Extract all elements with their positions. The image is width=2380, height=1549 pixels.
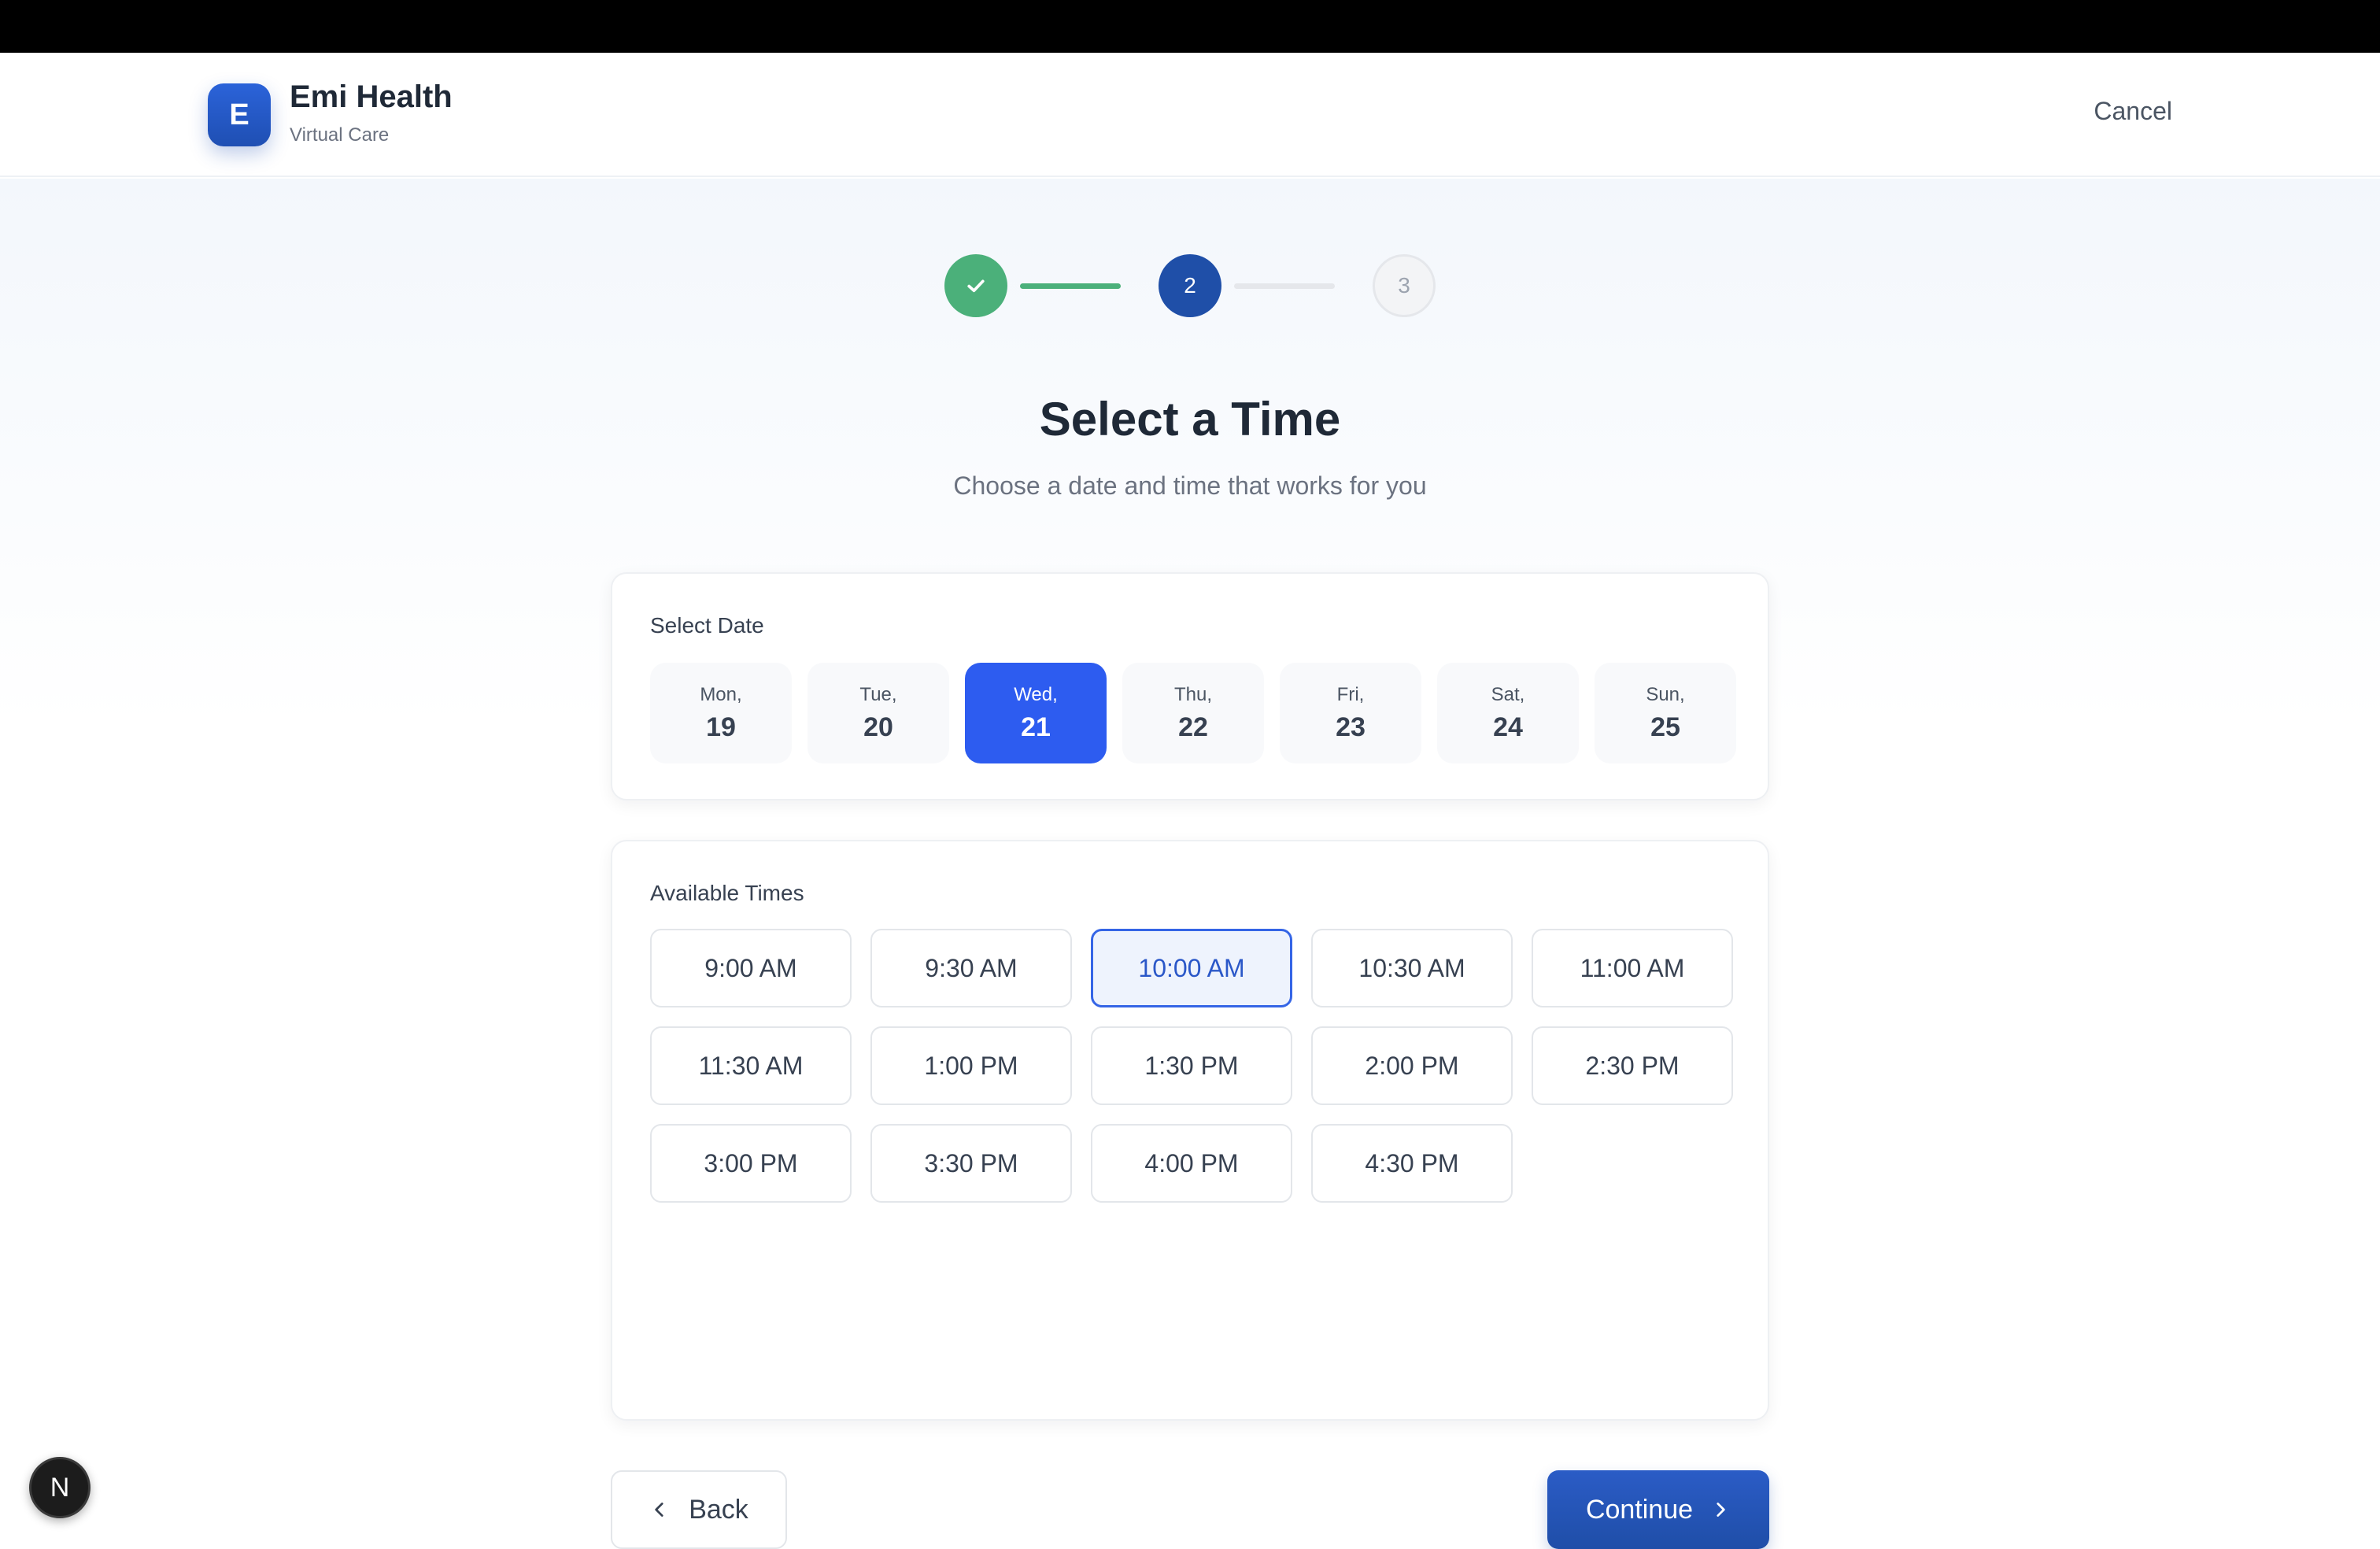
- date-day: 21: [1021, 712, 1051, 742]
- date-option[interactable]: Sun, 25: [1595, 663, 1736, 763]
- date-option[interactable]: Sat, 24: [1437, 663, 1579, 763]
- page-title: Select a Time: [1039, 393, 1341, 445]
- dev-tools-badge[interactable]: N: [29, 1457, 91, 1518]
- time-slot[interactable]: 3:30 PM: [870, 1124, 1072, 1203]
- date-weekday: Mon,: [700, 683, 742, 705]
- date-day: 22: [1178, 712, 1208, 742]
- date-day: 23: [1336, 712, 1366, 742]
- time-slot[interactable]: 9:00 AM: [650, 929, 852, 1007]
- date-day: 19: [706, 712, 736, 742]
- select-date-label: Select Date: [650, 613, 764, 638]
- app-header: E Emi Health Virtual Care Cancel: [0, 53, 2380, 177]
- back-button-label: Back: [689, 1494, 748, 1525]
- time-slot[interactable]: 9:30 AM: [870, 929, 1072, 1007]
- date-weekday: Tue,: [859, 683, 897, 705]
- brand-subtitle: Virtual Care: [290, 124, 390, 146]
- step-connector-pending: [1234, 283, 1335, 289]
- time-selection-card: Available Times 9:00 AM 9:30 AM 10:00 AM…: [611, 840, 1769, 1421]
- time-slot[interactable]: 3:00 PM: [650, 1124, 852, 1203]
- time-slot[interactable]: 1:00 PM: [870, 1026, 1072, 1105]
- continue-button-label: Continue: [1585, 1494, 1694, 1525]
- date-option[interactable]: Thu, 22: [1122, 663, 1264, 763]
- continue-button[interactable]: Continue: [1547, 1470, 1769, 1549]
- date-weekday: Wed,: [1014, 683, 1058, 705]
- date-selection-card: Select Date Mon, 19 Tue, 20 Wed, 21 Thu, 22 …: [611, 572, 1769, 800]
- date-weekday: Thu,: [1173, 683, 1213, 705]
- date-option[interactable]: Tue, 20: [808, 663, 949, 763]
- step-3-upcoming: 3: [1373, 254, 1436, 317]
- date-day: 24: [1493, 712, 1523, 742]
- time-slot[interactable]: 4:00 PM: [1091, 1124, 1292, 1203]
- chevron-right-icon: [1717, 1503, 1725, 1517]
- time-slot[interactable]: 2:30 PM: [1532, 1026, 1733, 1105]
- check-icon: [967, 279, 985, 293]
- date-option[interactable]: Mon, 19: [650, 663, 792, 763]
- step-2-active: 2: [1159, 254, 1221, 317]
- time-slot[interactable]: 2:00 PM: [1311, 1026, 1513, 1105]
- page-subtitle: Choose a date and time that works for yo…: [953, 471, 1427, 500]
- available-times-label: Available Times: [650, 881, 804, 905]
- back-button[interactable]: Back: [611, 1470, 787, 1549]
- logo-badge: E: [208, 83, 271, 146]
- chevron-left-icon: [655, 1503, 663, 1517]
- date-option[interactable]: Fri, 23: [1280, 663, 1421, 763]
- date-weekday: Sat,: [1491, 683, 1525, 705]
- date-weekday: Fri,: [1336, 683, 1365, 705]
- step-connector-complete: [1020, 283, 1121, 289]
- time-slot[interactable]: 1:30 PM: [1091, 1026, 1292, 1105]
- time-slot[interactable]: 11:30 AM: [650, 1026, 852, 1105]
- time-slot[interactable]: 4:30 PM: [1311, 1124, 1513, 1203]
- date-weekday: Sun,: [1646, 683, 1685, 705]
- main-content: 2 3 Select a Time Choose a date and time…: [0, 179, 2380, 1549]
- date-day: 25: [1650, 712, 1680, 742]
- date-picker: Mon, 19 Tue, 20 Wed, 21 Thu, 22 Fri, 23 Sat, 2…: [650, 663, 1736, 763]
- time-slot[interactable]: 11:00 AM: [1532, 929, 1733, 1007]
- top-bar: [0, 0, 2380, 53]
- time-slot-grid: 9:00 AM 9:30 AM 10:00 AM 10:30 AM 11:00 …: [650, 929, 1733, 1203]
- date-day: 20: [863, 712, 893, 742]
- step-1-completed: [944, 254, 1007, 317]
- time-slot-selected[interactable]: 10:00 AM: [1091, 929, 1292, 1007]
- time-slot[interactable]: 10:30 AM: [1311, 929, 1513, 1007]
- brand-name: Emi Health: [290, 79, 453, 114]
- cancel-button[interactable]: Cancel: [2094, 97, 2172, 126]
- date-option-selected[interactable]: Wed, 21: [965, 663, 1107, 763]
